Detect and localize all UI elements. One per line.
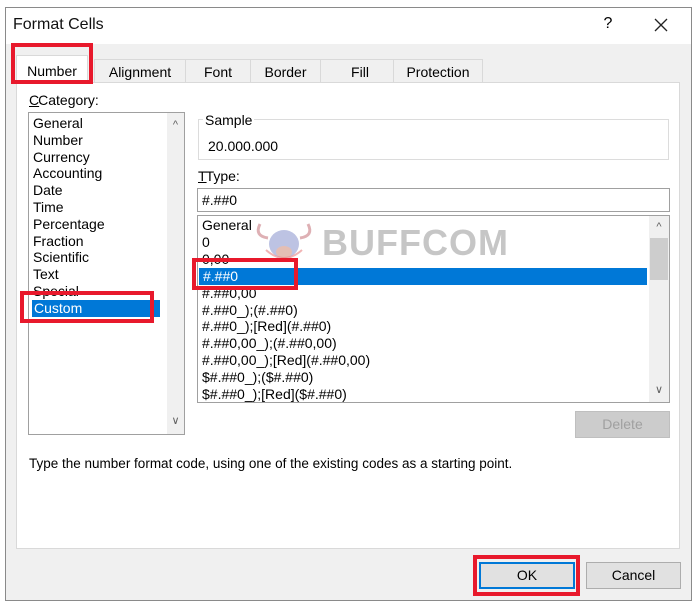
cancel-button[interactable]: Cancel [586, 562, 681, 589]
type-item[interactable]: General [202, 217, 252, 234]
scroll-down-icon[interactable]: ∨ [649, 382, 669, 399]
type-item[interactable]: #.##0,00_);[Red](#.##0,00) [202, 352, 370, 369]
type-listbox[interactable]: ^ ∨ General 0 0,00 #.##0 #.##0,00 #.##0_);(#.… [197, 215, 670, 403]
category-item[interactable]: Currency [33, 149, 90, 166]
category-item[interactable]: Time [33, 199, 64, 216]
type-item[interactable]: #.##0,00 [202, 285, 257, 302]
scroll-up-icon[interactable]: ^ [167, 117, 184, 134]
tab-number[interactable]: Number [16, 55, 88, 84]
category-item[interactable]: Scientific [33, 249, 89, 266]
category-item[interactable]: Accounting [33, 165, 102, 182]
type-scrollbar[interactable]: ^ ∨ [649, 216, 669, 402]
category-item[interactable]: Number [33, 132, 83, 149]
ok-button[interactable]: OK [479, 562, 575, 589]
category-item[interactable]: Date [33, 182, 63, 199]
scroll-down-icon[interactable]: ∨ [167, 413, 184, 430]
dialog-title: Format Cells [13, 16, 104, 33]
scroll-thumb[interactable] [650, 238, 668, 280]
sample-label: Sample [203, 112, 255, 128]
tab-alignment[interactable]: Alignment [94, 59, 186, 83]
category-item[interactable]: General [33, 115, 83, 132]
title-bar: Format Cells ? [6, 8, 691, 44]
tab-protection[interactable]: Protection [393, 59, 483, 83]
type-item[interactable]: $#.##0_);($#.##0) [202, 369, 313, 386]
type-item[interactable]: $#.##0_);[Red]($#.##0) [202, 386, 347, 402]
type-item[interactable]: #.##0 [199, 267, 647, 285]
hint-text: Type the number format code, using one o… [29, 456, 513, 471]
category-item[interactable]: Special [33, 283, 79, 300]
category-scrollbar[interactable]: ^ ∨ [167, 113, 184, 434]
delete-button[interactable]: Delete [575, 411, 670, 438]
type-item[interactable]: #.##0_);[Red](#.##0) [202, 318, 331, 335]
type-item[interactable]: 0,00 [202, 251, 229, 268]
type-item[interactable]: #.##0,00_);(#.##0,00) [202, 335, 337, 352]
tab-font[interactable]: Font [185, 59, 251, 83]
type-label: TType: [198, 168, 240, 184]
scroll-up-icon[interactable]: ^ [649, 219, 669, 236]
tab-border[interactable]: Border [250, 59, 321, 83]
sample-value: 20.000.000 [208, 138, 279, 154]
close-button[interactable] [646, 13, 676, 37]
type-label-text: Type: [205, 168, 240, 184]
help-button[interactable]: ? [598, 15, 618, 33]
category-item[interactable]: Text [33, 266, 59, 283]
category-item[interactable]: Custom [32, 299, 160, 317]
category-label: CCategory: [29, 92, 99, 108]
category-item[interactable]: Fraction [33, 233, 84, 250]
close-icon [654, 18, 668, 32]
category-label-text: Category: [38, 92, 99, 108]
type-input[interactable] [197, 188, 670, 212]
category-item[interactable]: Percentage [33, 216, 105, 233]
type-item[interactable]: #.##0_);(#.##0) [202, 302, 298, 319]
category-listbox[interactable]: ^ ∨ General Number Currency Accounting Date T… [28, 112, 185, 435]
tab-fill[interactable]: Fill [320, 59, 400, 83]
type-item[interactable]: 0 [202, 234, 210, 251]
